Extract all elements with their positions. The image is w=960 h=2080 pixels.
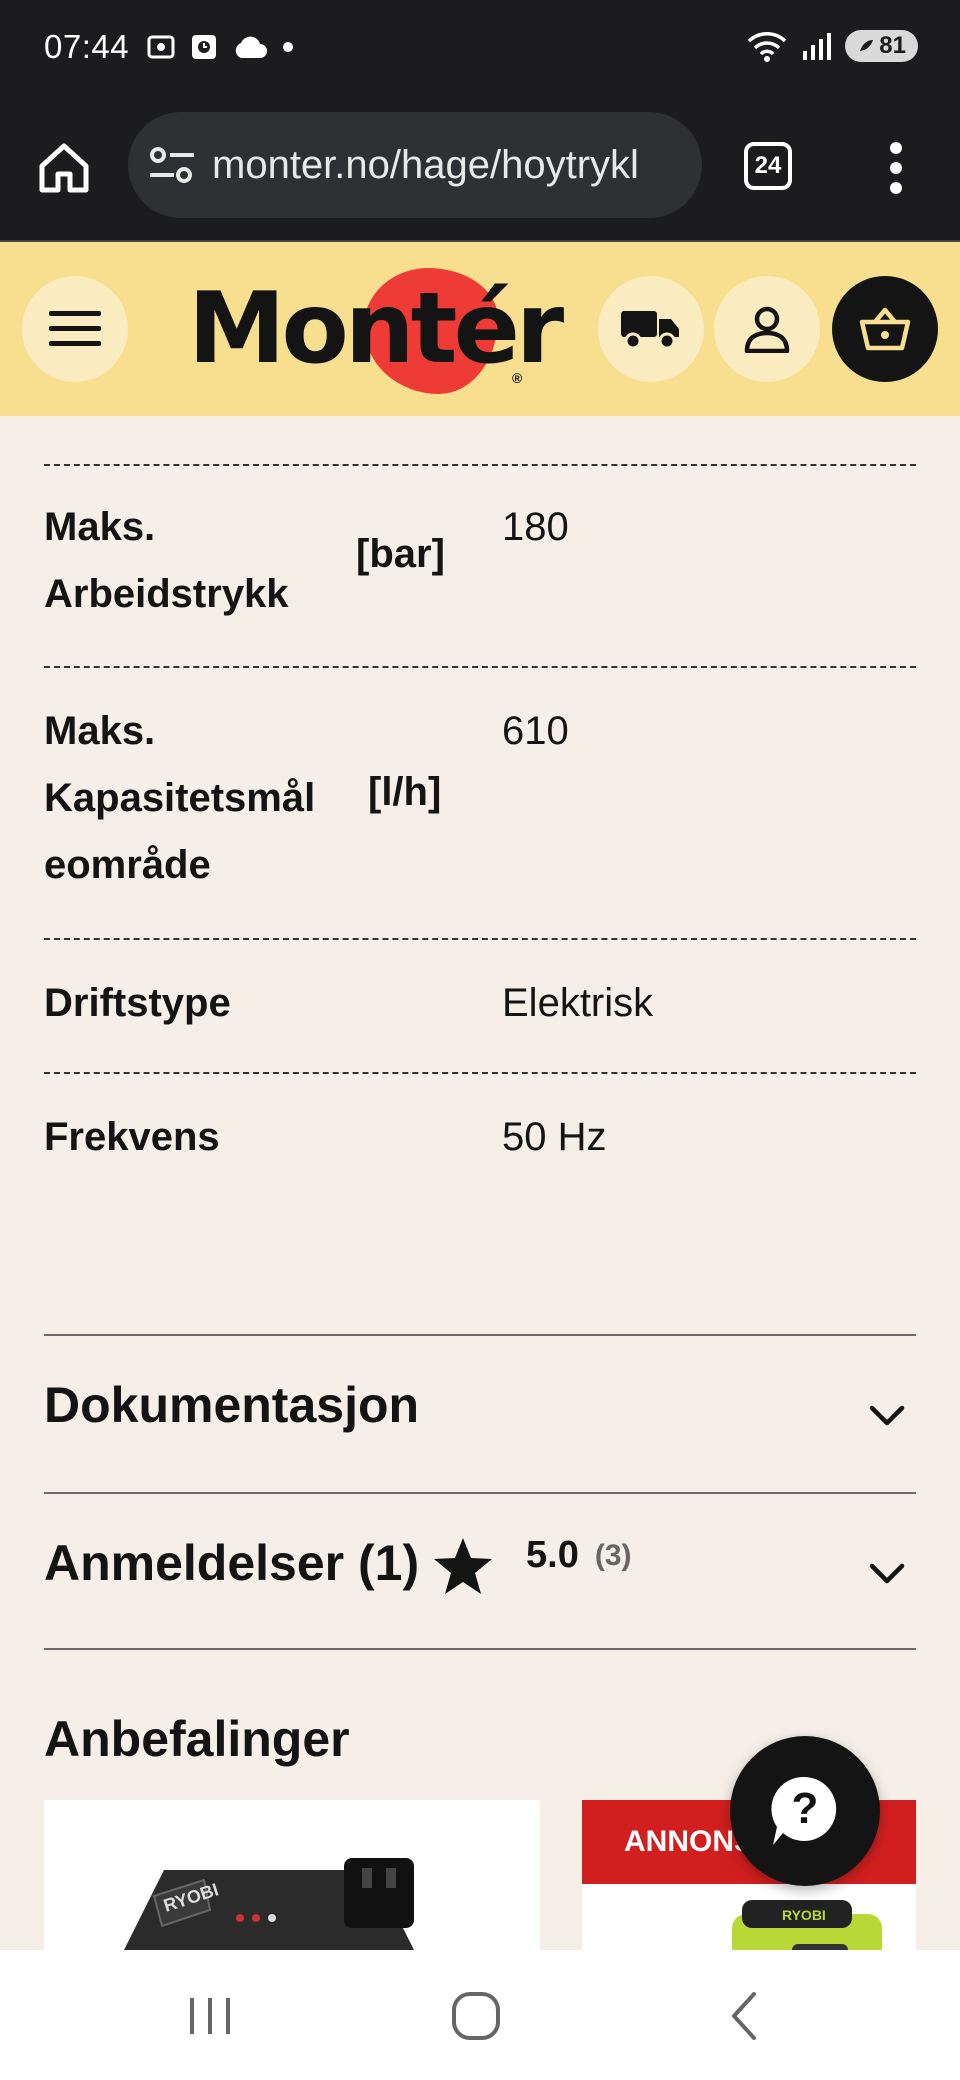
spec-row: Maks. Arbeidstrykk [bar] 180 bbox=[44, 464, 916, 666]
spec-unit: [l/h] bbox=[368, 770, 442, 814]
recommendations-title: Anbefalinger bbox=[44, 1711, 350, 1767]
spec-row: Frekvens 50 Hz bbox=[44, 1072, 916, 1206]
battery-icon: 81 bbox=[845, 30, 918, 62]
spec-value: Elektrisk bbox=[502, 981, 654, 1025]
spec-value: 180 bbox=[502, 505, 569, 549]
tab-count: 24 bbox=[754, 152, 782, 179]
delivery-button[interactable] bbox=[598, 276, 704, 382]
accordion-reviews[interactable]: Anmeldelser (1) 5.0 (3) bbox=[44, 1492, 916, 1650]
hamburger-icon bbox=[49, 311, 101, 346]
spec-name: Driftstype bbox=[44, 981, 231, 1025]
spec-name: Maks. Kapasitetsmål eområde bbox=[44, 709, 316, 887]
account-button[interactable] bbox=[714, 276, 820, 382]
home-nav-icon[interactable] bbox=[446, 1986, 506, 2046]
wifi-icon bbox=[748, 32, 787, 62]
site-settings-icon[interactable] bbox=[148, 145, 196, 185]
signal-icon bbox=[803, 33, 832, 60]
truck-icon bbox=[621, 311, 679, 350]
spec-row: Driftstype Elektrisk bbox=[44, 938, 916, 1072]
battery-level: 81 bbox=[879, 32, 906, 59]
address-bar[interactable]: monter.no/hage/hoytrykl bbox=[128, 112, 702, 218]
spec-row: Maks. Kapasitetsmål eområde [l/h] 610 bbox=[44, 666, 916, 938]
more-menu-icon[interactable] bbox=[880, 140, 912, 196]
svg-text:?: ? bbox=[792, 1784, 819, 1833]
spec-name: Frekvens bbox=[44, 1115, 220, 1159]
spec-value: 610 bbox=[502, 709, 569, 753]
logo-text: Montér bbox=[188, 272, 564, 386]
basket-icon bbox=[859, 307, 911, 351]
system-navigation-bar bbox=[0, 1950, 960, 2080]
help-chat-button[interactable]: ? bbox=[730, 1736, 880, 1886]
accordion-title: Dokumentasjon bbox=[44, 1377, 420, 1433]
menu-button[interactable] bbox=[22, 276, 128, 382]
star-icon bbox=[434, 1538, 492, 1594]
dot-icon bbox=[283, 42, 293, 52]
product-brand: RYOBI bbox=[782, 1907, 826, 1923]
rating-value: 5.0 bbox=[526, 1534, 579, 1576]
accordion-documentation[interactable]: Dokumentasjon bbox=[44, 1334, 916, 1492]
cart-button[interactable] bbox=[832, 276, 938, 382]
accordion-title: Anmeldelser (1) bbox=[44, 1535, 420, 1591]
cloud-icon bbox=[235, 36, 267, 58]
rating-count: (3) bbox=[594, 1538, 632, 1572]
home-icon[interactable] bbox=[34, 138, 94, 198]
browser-toolbar: monter.no/hage/hoytrykl 24 bbox=[0, 100, 960, 242]
url-text[interactable]: monter.no/hage/hoytrykl bbox=[212, 143, 639, 188]
spec-name: Maks. Arbeidstrykk bbox=[44, 505, 289, 616]
site-logo[interactable]: Montér ® bbox=[188, 262, 564, 402]
status-time: 07:44 bbox=[44, 28, 130, 65]
site-header: Montér ® bbox=[0, 242, 960, 416]
screenshot-icon bbox=[147, 35, 175, 59]
spec-unit: [bar] bbox=[356, 532, 445, 576]
recent-apps-icon[interactable] bbox=[180, 1986, 240, 2046]
rating-summary: 5.0 (3) bbox=[526, 1534, 632, 1577]
help-chat-icon: ? bbox=[771, 1776, 837, 1845]
alarm-icon bbox=[192, 35, 216, 59]
registered-mark: ® bbox=[512, 370, 523, 386]
back-icon[interactable] bbox=[716, 1986, 776, 2046]
chevron-down-icon bbox=[869, 1563, 905, 1584]
chevron-down-icon bbox=[869, 1405, 905, 1426]
spec-value: 50 Hz bbox=[502, 1115, 607, 1159]
status-notification-icons bbox=[146, 32, 294, 62]
user-icon bbox=[744, 306, 790, 353]
status-bar: 07:44 81 bbox=[0, 0, 960, 100]
tab-switcher-button[interactable]: 24 bbox=[744, 142, 792, 190]
